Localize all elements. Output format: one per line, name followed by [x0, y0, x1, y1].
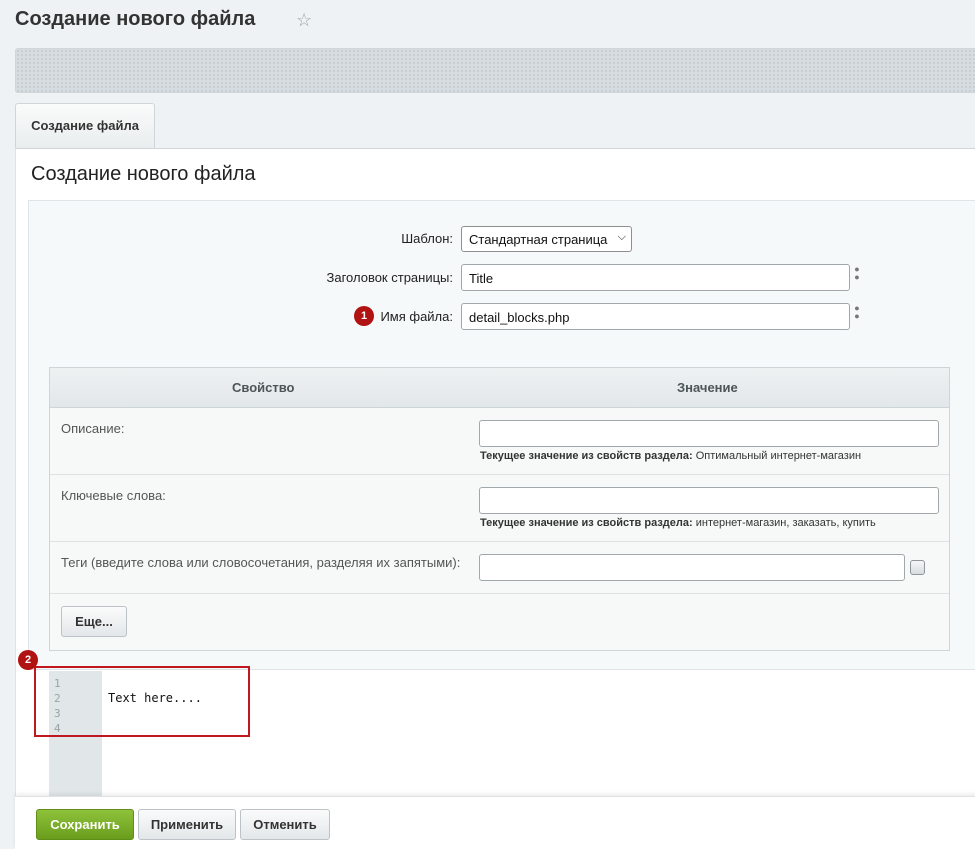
- cancel-button[interactable]: Отменить: [240, 809, 330, 840]
- properties-header: Свойство Значение: [50, 368, 949, 408]
- step-badge-2: 2: [18, 650, 38, 670]
- keywords-input[interactable]: [479, 487, 939, 514]
- more-button[interactable]: Еще...: [61, 606, 127, 637]
- form-title: Создание нового файла: [31, 163, 256, 185]
- column-header-value: Значение: [677, 380, 738, 395]
- chevron-down-icon: ⌵: [617, 231, 626, 243]
- template-select[interactable]: Стандартная страница ⌵: [461, 226, 632, 252]
- star-icon[interactable]: ☆: [296, 10, 316, 30]
- step-badge-1: 1: [354, 306, 374, 326]
- apply-button[interactable]: Применить: [138, 809, 236, 840]
- highlight-box: [34, 666, 250, 737]
- properties-table: Свойство Значение Описание: Текущее знач…: [49, 367, 950, 651]
- link-icon[interactable]: ● ●: [851, 265, 863, 282]
- table-row: Ключевые слова: Текущее значение из свой…: [50, 475, 949, 542]
- current-value-hint: Текущее значение из свойств раздела: Опт…: [480, 450, 862, 462]
- page-title-label: Заголовок страницы:: [326, 270, 454, 285]
- tags-input[interactable]: [479, 554, 905, 581]
- page-title-input[interactable]: Title: [461, 264, 850, 291]
- table-row: Теги (введите слова или словосочетания, …: [50, 542, 949, 594]
- property-label: Ключевые слова:: [61, 488, 166, 503]
- column-header-property: Свойство: [232, 380, 295, 395]
- template-label: Шаблон:: [401, 231, 453, 246]
- save-button[interactable]: Сохранить: [36, 809, 134, 840]
- filename-input[interactable]: detail_blocks.php: [461, 303, 850, 330]
- toolbar: [15, 48, 975, 93]
- page-title: Создание нового файла: [15, 8, 256, 30]
- template-select-value: Стандартная страница: [469, 232, 608, 247]
- table-row: [50, 594, 949, 650]
- tags-checkbox[interactable]: [910, 560, 925, 575]
- filename-label: Имя файла:: [380, 309, 453, 324]
- table-row: Описание: Текущее значение из свойств ра…: [50, 408, 949, 475]
- property-label: Описание:: [61, 421, 125, 436]
- link-icon[interactable]: ● ●: [851, 304, 863, 321]
- property-label: Теги (введите слова или словосочетания, …: [61, 555, 461, 570]
- current-value-hint: Текущее значение из свойств раздела: инт…: [480, 517, 876, 529]
- tab-create-file[interactable]: Создание файла: [15, 103, 155, 148]
- description-input[interactable]: [479, 420, 939, 447]
